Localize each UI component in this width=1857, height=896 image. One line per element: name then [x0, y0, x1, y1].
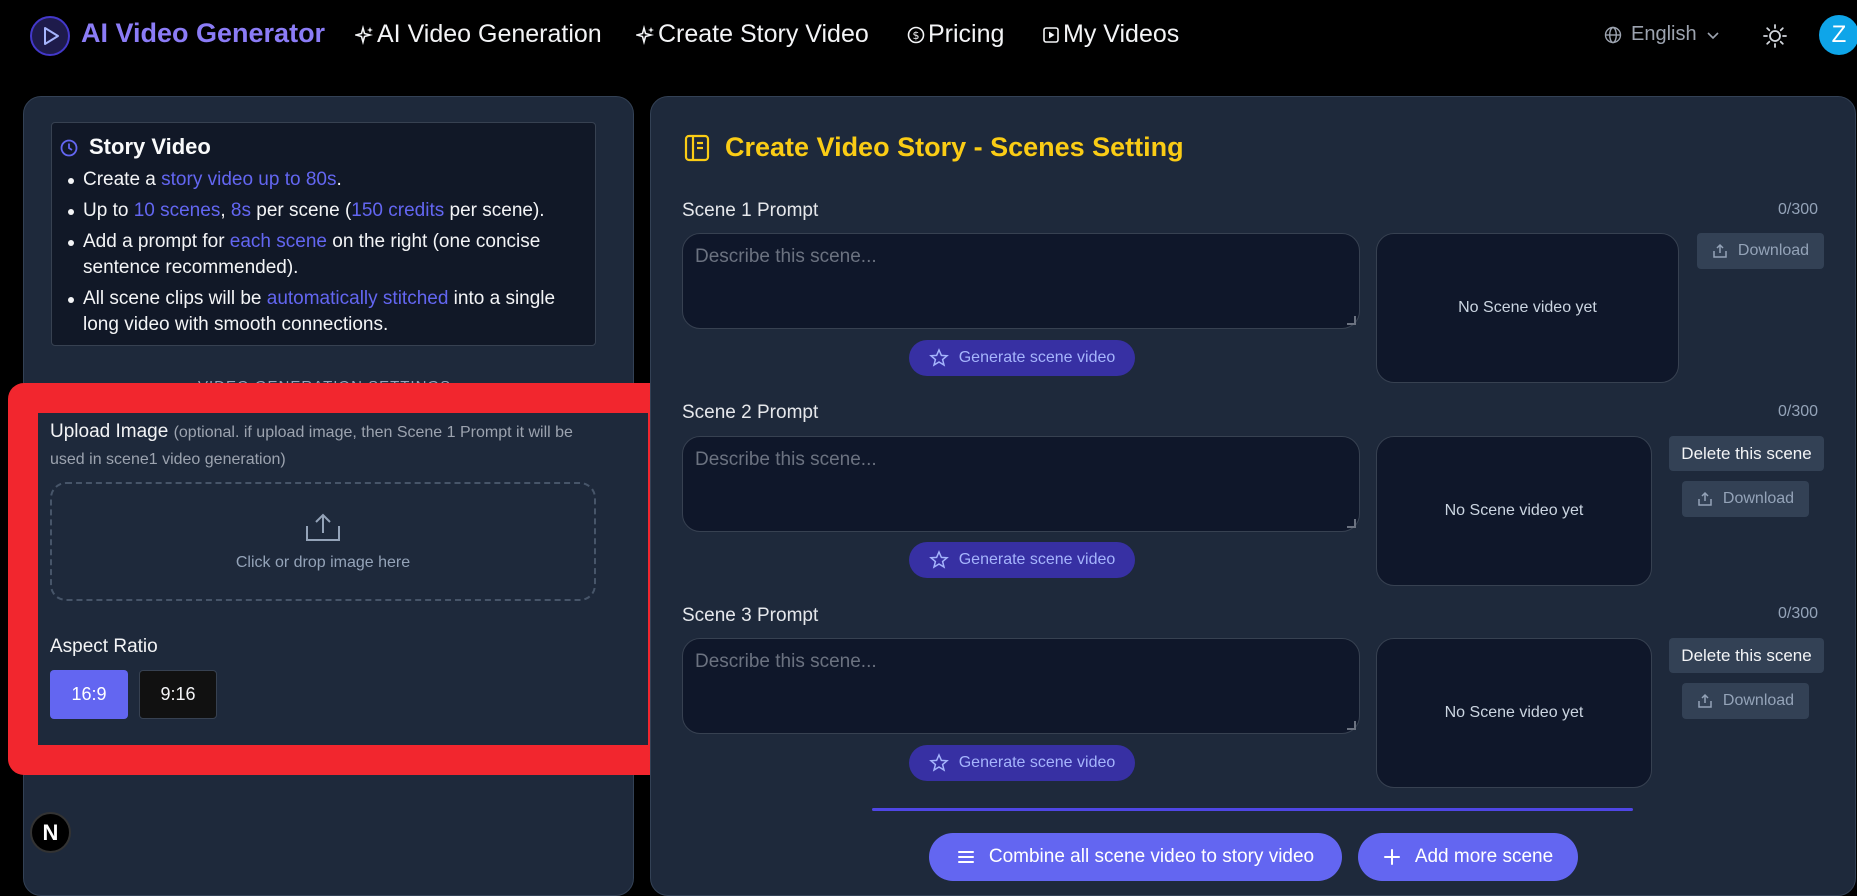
button-label: Add more scene	[1414, 846, 1554, 867]
list-item: Create a story video up to 80s.	[68, 167, 583, 193]
scene-2-label: Scene 2 Prompt	[682, 402, 819, 423]
page-title: Create Video Story - Scenes Setting	[725, 132, 1184, 162]
button-label: Generate scene video	[958, 754, 1116, 771]
scene-1-prompt-input[interactable]: Describe this scene...	[682, 233, 1360, 329]
nav-label: Pricing	[928, 20, 1005, 48]
ratio-16-9-button[interactable]: 16:9	[50, 670, 128, 719]
upload-image-label: Upload Image (optional. if upload image,…	[50, 421, 573, 468]
scene-1-counter: 0/300	[1778, 201, 1819, 218]
dropzone-text: Click or drop image here	[235, 553, 411, 571]
combine-scenes-button[interactable]: Combine all scene video to story video	[929, 833, 1342, 881]
scene-1-download-button[interactable]: Download	[1697, 233, 1824, 269]
download-icon	[1713, 243, 1727, 258]
brand-title[interactable]: AI Video Generator	[81, 18, 325, 49]
image-dropzone[interactable]: Click or drop image here	[50, 482, 596, 601]
story-video-info: Story Video Create a story video up to 8…	[51, 122, 596, 346]
star-icon	[928, 753, 949, 772]
delete-scene-3-button[interactable]: Delete this scene	[1669, 638, 1824, 673]
nav-label: My Videos	[1063, 20, 1180, 48]
generate-scene-3-button[interactable]: Generate scene video	[909, 745, 1135, 781]
button-label: Generate scene video	[958, 551, 1116, 568]
resize-handle[interactable]	[1347, 721, 1356, 730]
list-item: Add a prompt for each scene on the right…	[68, 229, 583, 281]
aspect-ratio-label: Aspect Ratio	[50, 636, 158, 657]
generate-scene-2-button[interactable]: Generate scene video	[909, 542, 1135, 578]
button-label: Download	[1737, 242, 1810, 259]
dollar-icon: $	[907, 26, 925, 43]
avatar[interactable]: Z	[1819, 15, 1857, 55]
delete-scene-2-button[interactable]: Delete this scene	[1669, 436, 1824, 471]
list-item: All scene clips will be automatically st…	[68, 286, 583, 338]
scene-1-video-preview: No Scene video yet	[1376, 233, 1679, 383]
scene-2-download-button[interactable]: Download	[1682, 481, 1809, 517]
scene-2-prompt-input[interactable]: Describe this scene...	[682, 436, 1360, 532]
plus-icon	[1383, 849, 1400, 865]
download-icon	[1698, 491, 1712, 506]
list-item: Up to 10 scenes, 8s per scene (150 credi…	[68, 198, 583, 224]
info-title: Story Video	[89, 134, 211, 159]
logo-icon[interactable]	[30, 16, 70, 56]
scene-2-video-preview: No Scene video yet	[1376, 436, 1652, 586]
story-header: Create Video Story - Scenes Setting	[683, 132, 1184, 163]
scene-3-label: Scene 3 Prompt	[682, 605, 819, 626]
button-label: Combine all scene video to story video	[988, 846, 1315, 867]
scene-3-download-button[interactable]: Download	[1682, 683, 1809, 719]
generate-scene-1-button[interactable]: Generate scene video	[909, 340, 1135, 376]
sun-icon[interactable]	[1762, 23, 1788, 54]
nav-my-videos[interactable]: My Videos	[1041, 20, 1179, 49]
top-bar: AI Video Generator AI Video Generation C…	[0, 0, 1857, 70]
nav-pricing[interactable]: $ Pricing	[906, 20, 1004, 49]
placeholder-text: Describe this scene...	[695, 651, 877, 672]
nav-label: Create Story Video	[658, 20, 869, 48]
sparkle-icon	[355, 24, 374, 45]
button-label: Download	[1722, 490, 1795, 507]
menu-icon	[957, 851, 974, 863]
sparkle-icon	[636, 24, 655, 45]
scene-3-video-preview: No Scene video yet	[1376, 638, 1652, 788]
ratio-9-16-button[interactable]: 9:16	[139, 670, 217, 719]
scene-3-prompt-input[interactable]: Describe this scene...	[682, 638, 1360, 734]
info-list: Create a story video up to 80s. Up to 10…	[68, 167, 583, 343]
scene-1-label: Scene 1 Prompt	[682, 200, 819, 221]
nav-ai-video-generation[interactable]: AI Video Generation	[355, 20, 602, 49]
placeholder-text: Describe this scene...	[695, 449, 877, 470]
language-label: English	[1631, 23, 1697, 45]
nav-label: AI Video Generation	[377, 20, 602, 48]
document-icon	[684, 134, 710, 161]
globe-icon	[1604, 26, 1622, 43]
upload-icon	[306, 513, 340, 541]
svg-text:$: $	[913, 29, 920, 42]
add-scene-button[interactable]: Add more scene	[1358, 833, 1578, 881]
star-icon	[928, 550, 949, 569]
next-dev-badge[interactable]: N	[30, 812, 71, 853]
button-label: Download	[1722, 692, 1795, 709]
divider	[872, 808, 1633, 811]
placeholder-text: Describe this scene...	[695, 246, 877, 267]
scene-2-counter: 0/300	[1778, 403, 1819, 420]
scene-3-counter: 0/300	[1778, 605, 1819, 622]
nav-create-story-video[interactable]: Create Story Video	[636, 20, 869, 49]
play-icon	[1043, 26, 1059, 43]
chevron-down-icon	[1707, 31, 1719, 39]
resize-handle[interactable]	[1347, 519, 1356, 528]
star-icon	[928, 348, 949, 367]
download-icon	[1698, 693, 1712, 708]
resize-handle[interactable]	[1347, 316, 1356, 325]
button-label: Generate scene video	[958, 349, 1116, 366]
language-selector[interactable]: English	[1603, 23, 1721, 46]
clock-icon	[60, 139, 78, 157]
